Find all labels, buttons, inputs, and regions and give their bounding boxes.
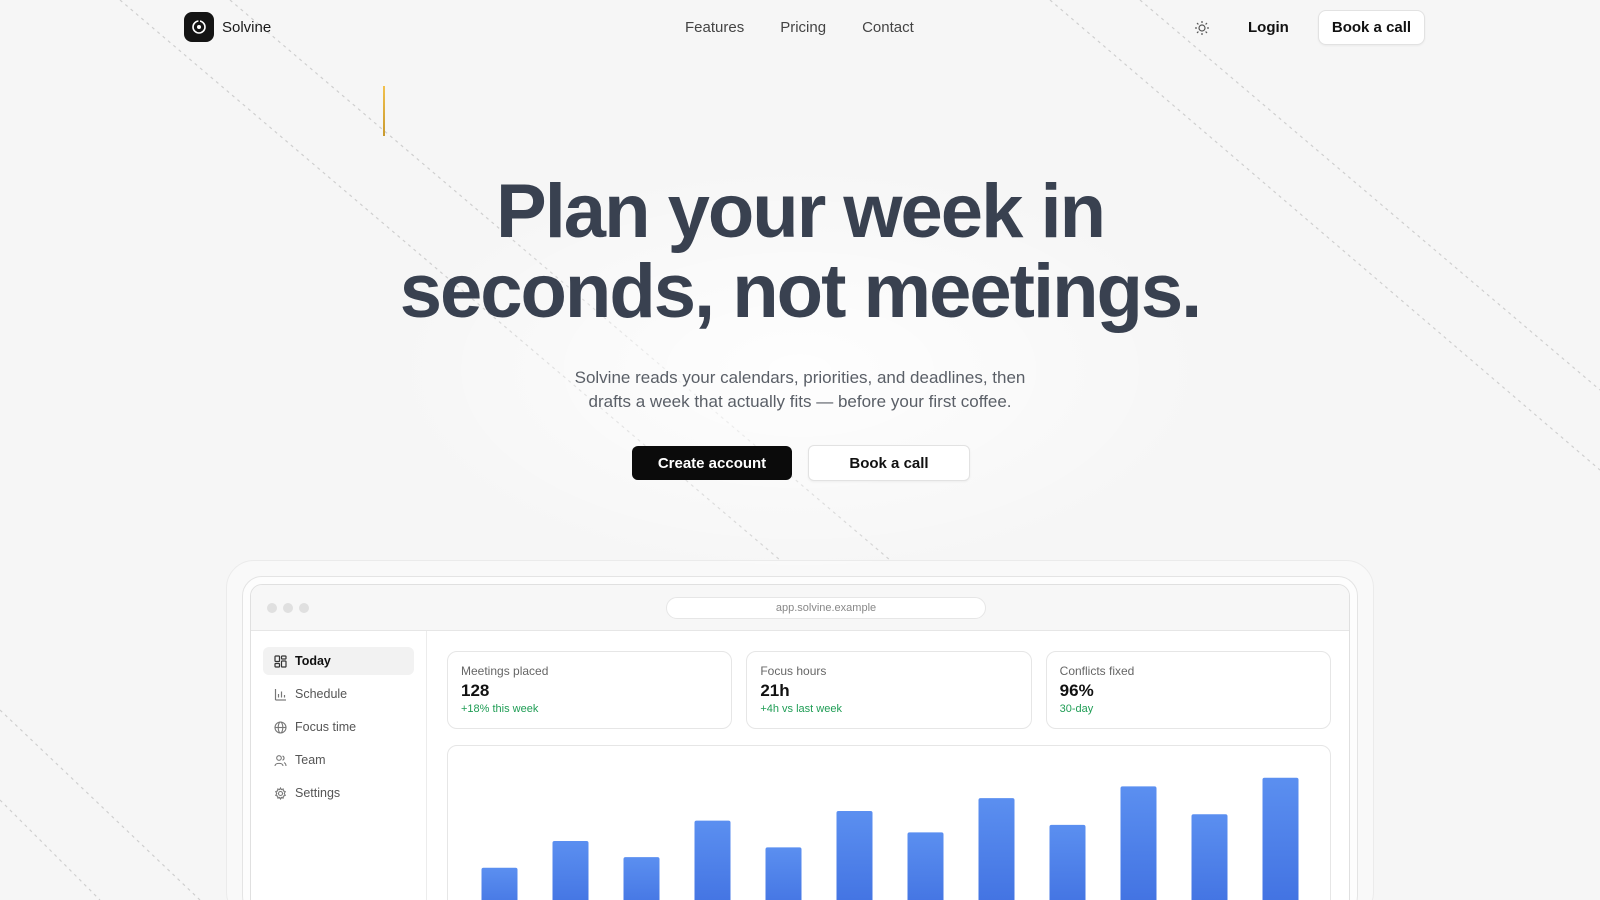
sidebar-item-team[interactable]: Team [263,746,414,774]
hero-title-line-1: Plan your week in [496,169,1106,254]
stat-value: 21h [760,681,790,700]
chart-bar [907,832,944,900]
nav-link-features[interactable]: Features [685,19,744,36]
url-bar[interactable]: app.solvine.example [666,597,986,619]
create-account-button[interactable]: Create account [632,446,792,480]
chart-bar [552,841,589,900]
stat-value: 96% [1059,681,1094,700]
chart-bar [623,857,660,900]
users-icon [273,753,287,767]
login-link[interactable]: Login [1248,19,1289,36]
top-nav: Solvine Features Pricing Contact Login B… [0,0,1600,56]
stats-row: Meetings placed 128 +18% this week Focus… [447,651,1331,729]
window-maximize-dot[interactable] [299,603,309,613]
stat-card-focus-hours: Focus hours 21h +4h vs last week [746,651,1032,729]
chart-bar [1049,824,1086,900]
sidebar-item-schedule[interactable]: Schedule [263,680,414,708]
sidebar-item-label: Today [295,654,331,668]
chart-bar [836,811,873,900]
chart-bar [1120,786,1157,900]
sidebar-item-settings[interactable]: Settings [263,779,414,807]
chart-bar [765,847,802,900]
gear-icon [273,786,287,800]
sidebar-item-label: Settings [295,786,341,800]
hero-subtitle: Solvine reads your calendars, priorities… [560,366,1040,414]
nav-link-pricing[interactable]: Pricing [780,19,826,36]
dashboard-icon [273,654,287,668]
window-controls [267,603,309,613]
stat-card-meetings: Meetings placed 128 +18% this week [447,651,733,729]
window-close-dot[interactable] [267,603,277,613]
sidebar-item-label: Team [295,753,326,767]
chart-bar [481,867,518,900]
theme-toggle-sun-icon[interactable] [1192,18,1212,38]
activity-chart-card [447,745,1331,900]
sidebar-item-today[interactable]: Today [263,647,414,675]
app-sidebar: Today Schedule Focus time Team Settings [251,631,427,900]
stat-delta: 30-day [1059,703,1094,715]
sidebar-item-label: Focus time [295,720,357,734]
hero-title-line-2: seconds, not meetings. [399,249,1203,334]
nav-book-call-button[interactable]: Book a call [1318,10,1425,45]
app-preview-window: app.solvine.example Today Schedule Focus… [250,584,1350,900]
activity-bar-chart [481,777,1299,900]
hero-title: Plan your week in seconds, not meetings. [300,172,1300,332]
stat-value: 128 [461,681,490,700]
stat-delta: +4h vs last week [760,703,842,715]
stat-delta: +18% this week [461,703,539,715]
hero-subtitle-line-2: drafts a week that actually fits — befor… [588,392,1012,411]
sidebar-item-label: Schedule [295,687,348,701]
nav-links: Features Pricing Contact [685,19,914,36]
accent-divider [383,86,385,136]
bar-chart-icon [273,687,287,701]
chart-bar [694,820,731,900]
chart-bar [1191,814,1228,900]
chart-bar [978,798,1015,900]
brand[interactable]: Solvine [184,12,271,42]
solvine-logo-icon [184,12,214,42]
hero-subtitle-line-1: Solvine reads your calendars, priorities… [574,368,1026,387]
stat-label: Focus hours [760,664,827,678]
stat-label: Meetings placed [461,664,549,678]
stat-card-conflicts: Conflicts fixed 96% 30-day [1045,651,1331,729]
stat-label: Conflicts fixed [1059,664,1135,678]
hero-cta-group: Create account Book a call [632,445,970,481]
window-titlebar: app.solvine.example [251,585,1349,631]
app-main: Meetings placed 128 +18% this week Focus… [447,651,1331,900]
window-minimize-dot[interactable] [283,603,293,613]
nav-link-contact[interactable]: Contact [862,19,914,36]
globe-icon [273,720,287,734]
brand-name: Solvine [222,18,272,36]
chart-bar [1262,777,1299,900]
book-call-button[interactable]: Book a call [808,445,970,481]
sidebar-item-focus-time[interactable]: Focus time [263,713,414,741]
